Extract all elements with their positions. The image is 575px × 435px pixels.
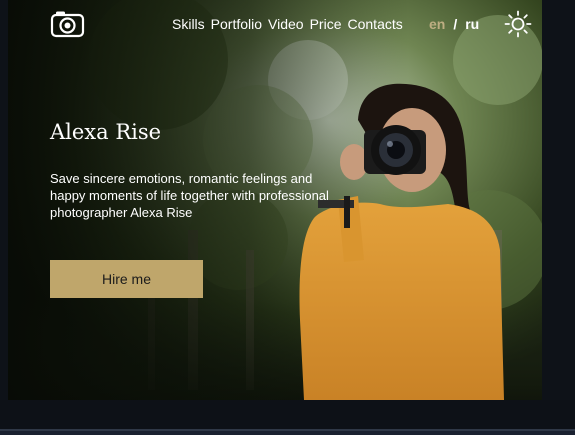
language-en[interactable]: en <box>429 16 445 32</box>
nav-item-contacts[interactable]: Contacts <box>348 16 403 32</box>
nav-item-skills[interactable]: Skills <box>172 16 205 32</box>
nav-item-video[interactable]: Video <box>268 16 304 32</box>
language-switcher: en / ru <box>429 16 479 32</box>
hire-me-button[interactable]: Hire me <box>50 260 203 298</box>
camera-icon[interactable] <box>50 10 85 38</box>
hero-title: Alexa Rise <box>50 120 162 144</box>
bottom-strip <box>0 400 575 435</box>
nav-item-price[interactable]: Price <box>310 16 342 32</box>
language-ru[interactable]: ru <box>465 16 479 32</box>
language-separator: / <box>453 16 458 32</box>
hero-section: Skills Portfolio Video Price Contacts en… <box>8 0 542 400</box>
nav-item-portfolio[interactable]: Portfolio <box>211 16 262 32</box>
sun-icon[interactable] <box>504 10 532 38</box>
main-nav: Skills Portfolio Video Price Contacts <box>172 16 403 32</box>
site-header: Skills Portfolio Video Price Contacts en… <box>8 0 542 48</box>
hero-description: Save sincere emotions, romantic feelings… <box>50 171 329 220</box>
